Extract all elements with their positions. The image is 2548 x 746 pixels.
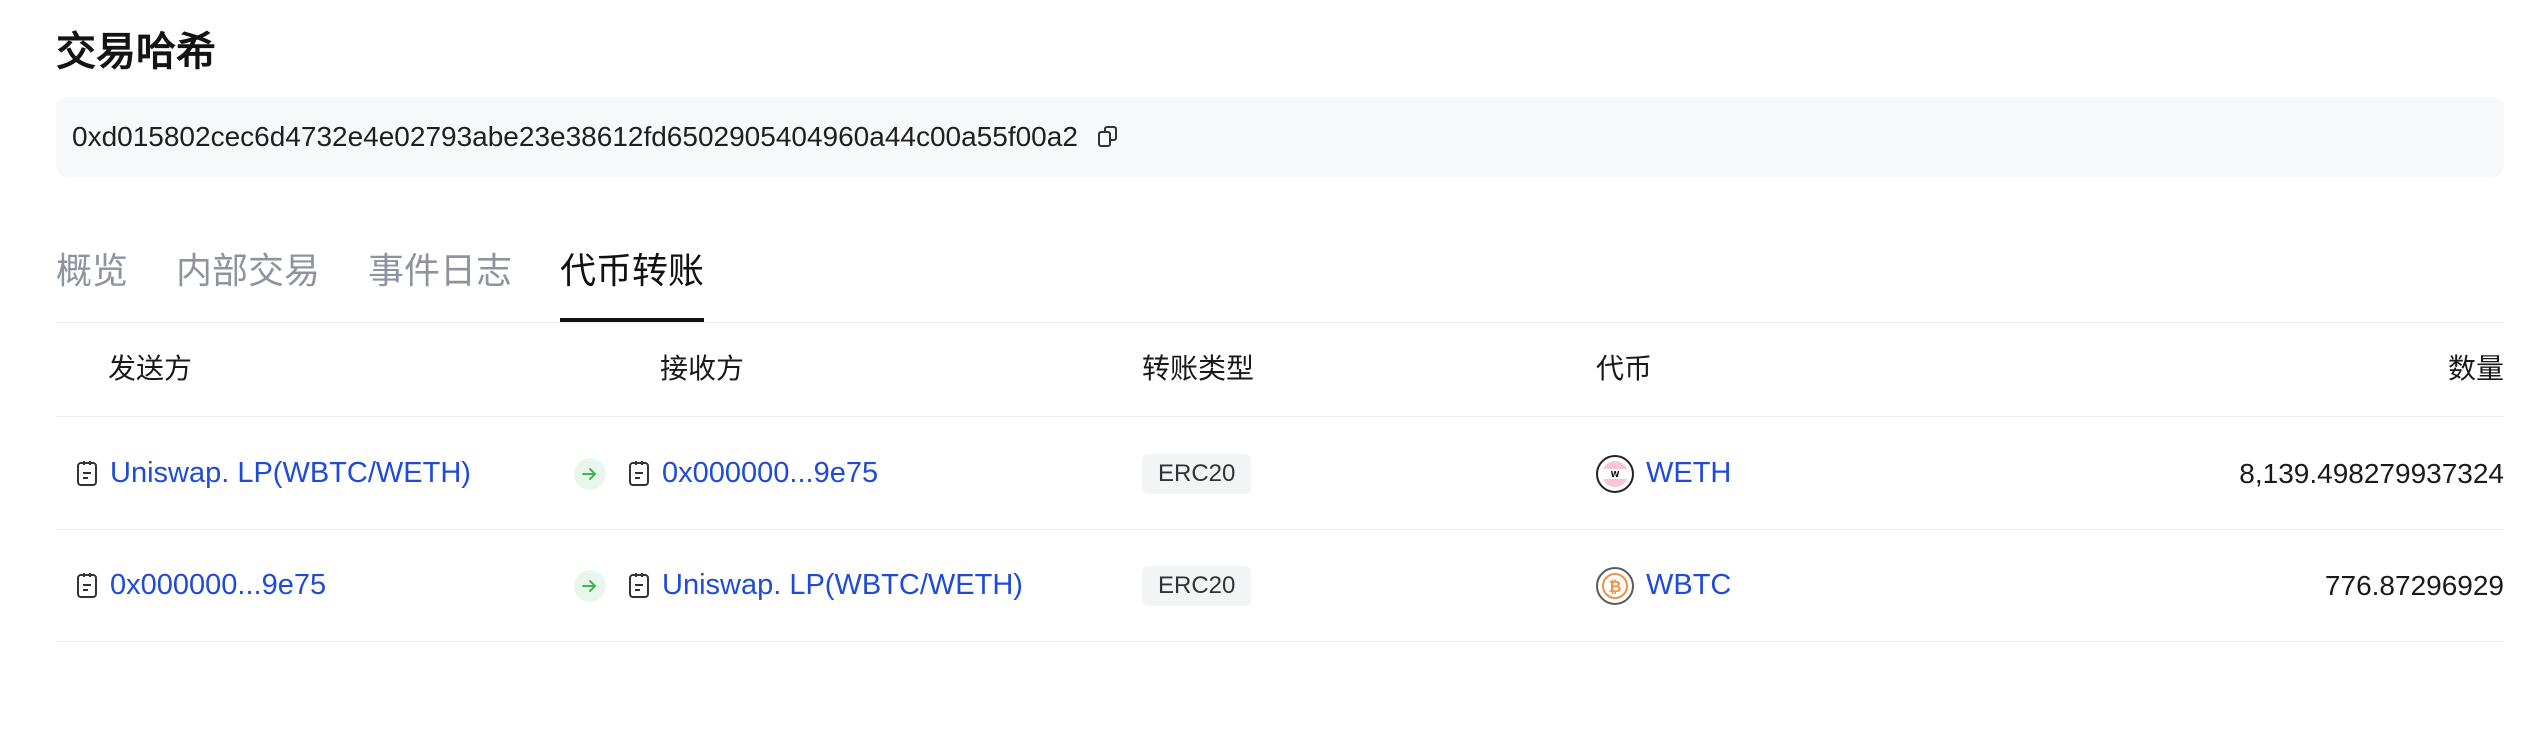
arrow-cell — [574, 418, 606, 529]
to-cell: 0x000000...9e75 — [628, 418, 878, 529]
table-header: 发送方 接收方 转账类型 代币 数量 — [56, 322, 2504, 417]
svg-text:₿: ₿ — [1608, 577, 1621, 596]
wbtc-token-icon: ₿ — [1596, 566, 1634, 605]
to-cell: Uniswap. LP(WBTC/WETH) — [628, 530, 1023, 641]
token-link[interactable]: WBTC — [1646, 569, 1731, 602]
type-cell: ERC20 — [1142, 530, 1252, 641]
tab-internal-transactions[interactable]: 内部交易 — [176, 238, 320, 318]
to-address-link[interactable]: 0x000000...9e75 — [662, 457, 878, 490]
amount-value: 776.87296929 — [2324, 569, 2504, 601]
type-badge: ERC20 — [1142, 453, 1252, 494]
copy-icon[interactable] — [1097, 126, 1118, 148]
arrow-cell — [574, 530, 606, 641]
tab-bar: 概览 内部交易 事件日志 代币转账 — [56, 238, 2504, 323]
token-cell: W WETH — [1596, 418, 1731, 529]
section-title: 交易哈希 — [56, 29, 216, 75]
type-cell: ERC20 — [1142, 418, 1252, 529]
amount-value: 8,139.498279937324 — [2239, 457, 2504, 489]
header-amount: 数量 — [2447, 352, 2504, 385]
to-address-link[interactable]: Uniswap. LP(WBTC/WETH) — [662, 569, 1023, 602]
amount-cell: 776.87296929 — [2325, 530, 2504, 641]
arrow-right-icon — [574, 457, 606, 490]
contract-icon — [628, 572, 650, 599]
table-row: Uniswap. LP(WBTC/WETH) 0x000000...9e75 E… — [56, 418, 2504, 530]
type-badge: ERC20 — [1142, 565, 1252, 606]
contract-icon — [76, 460, 98, 487]
hash-box: 0xd015802cec6d4732e4e02793abe23e38612fd6… — [56, 97, 2504, 177]
token-cell: ₿ WBTC — [1596, 530, 1731, 641]
from-address-link[interactable]: 0x000000...9e75 — [110, 569, 326, 602]
tab-overview[interactable]: 概览 — [56, 238, 128, 318]
tab-event-logs[interactable]: 事件日志 — [368, 238, 512, 318]
header-type: 转账类型 — [1142, 352, 1255, 385]
tab-token-transfers[interactable]: 代币转账 — [560, 238, 705, 322]
contract-icon — [628, 460, 650, 487]
weth-token-icon: W — [1596, 454, 1634, 493]
from-cell: Uniswap. LP(WBTC/WETH) — [76, 418, 471, 529]
token-link[interactable]: WETH — [1646, 457, 1731, 490]
table-row: 0x000000...9e75 Uniswap. LP(WBTC/WETH) E… — [56, 530, 2504, 642]
from-cell: 0x000000...9e75 — [76, 530, 326, 641]
svg-text:W: W — [1611, 470, 1620, 479]
header-token: 代币 — [1596, 352, 1653, 385]
header-from: 发送方 — [108, 352, 193, 385]
header-to: 接收方 — [660, 352, 745, 385]
contract-icon — [76, 572, 98, 599]
arrow-right-icon — [574, 569, 606, 602]
transaction-hash[interactable]: 0xd015802cec6d4732e4e02793abe23e38612fd6… — [72, 121, 1078, 153]
amount-cell: 8,139.498279937324 — [2239, 418, 2504, 529]
from-address-link[interactable]: Uniswap. LP(WBTC/WETH) — [110, 457, 471, 490]
